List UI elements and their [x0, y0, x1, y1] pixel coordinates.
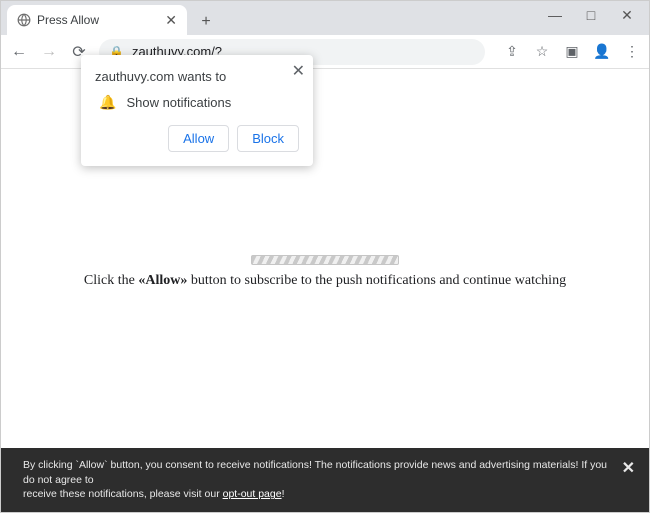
opt-out-link[interactable]: opt-out page	[223, 488, 282, 500]
loading-bar	[251, 255, 399, 265]
text-bold: «Allow»	[138, 273, 187, 288]
menu-icon[interactable]: ⋮	[623, 43, 641, 60]
popup-buttons: Allow Block	[95, 125, 299, 152]
forward-button[interactable]: →	[39, 42, 59, 62]
window-close-button[interactable]: ✕	[609, 3, 645, 27]
notification-permission-popup: ✕ zauthuvy.com wants to 🔔 Show notificat…	[81, 55, 313, 166]
footer-line1: By clicking `Allow` button, you consent …	[23, 459, 607, 486]
text-pre: Click the	[84, 273, 138, 288]
tab-strip: Press Allow ✕ + — □ ✕	[1, 1, 649, 35]
back-button[interactable]: ←	[9, 42, 29, 62]
consent-footer: ✕ By clicking `Allow` button, you consen…	[1, 448, 649, 512]
maximize-button[interactable]: □	[573, 3, 609, 27]
popup-close-icon[interactable]: ✕	[292, 61, 305, 81]
bookmark-icon[interactable]: ☆	[533, 43, 551, 60]
page-content: Click the «Allow» button to subscribe to…	[1, 255, 649, 289]
footer-line2-pre: receive these notifications, please visi…	[23, 488, 223, 500]
popup-permission-label: Show notifications	[126, 95, 231, 110]
tab-title: Press Allow	[37, 13, 159, 27]
instruction-text: Click the «Allow» button to subscribe to…	[1, 273, 649, 289]
bell-icon: 🔔	[99, 94, 116, 111]
new-tab-button[interactable]: +	[193, 9, 219, 35]
text-post: button to subscribe to the push notifica…	[187, 273, 566, 288]
window-controls: — □ ✕	[537, 3, 645, 27]
block-button[interactable]: Block	[237, 125, 299, 152]
extensions-icon[interactable]: ▣	[563, 43, 581, 60]
allow-button[interactable]: Allow	[168, 125, 229, 152]
toolbar-right-icons: ⇪ ☆ ▣ 👤 ⋮	[495, 43, 641, 60]
tab-close-icon[interactable]: ✕	[165, 12, 177, 29]
footer-close-icon[interactable]: ✕	[622, 458, 635, 480]
minimize-button[interactable]: —	[537, 3, 573, 27]
globe-icon	[17, 13, 31, 27]
popup-permission-row: 🔔 Show notifications	[95, 94, 299, 111]
share-icon[interactable]: ⇪	[503, 43, 521, 60]
footer-line2-post: !	[282, 488, 285, 500]
browser-tab[interactable]: Press Allow ✕	[7, 5, 187, 35]
profile-icon[interactable]: 👤	[593, 43, 611, 60]
popup-title: zauthuvy.com wants to	[95, 69, 299, 84]
